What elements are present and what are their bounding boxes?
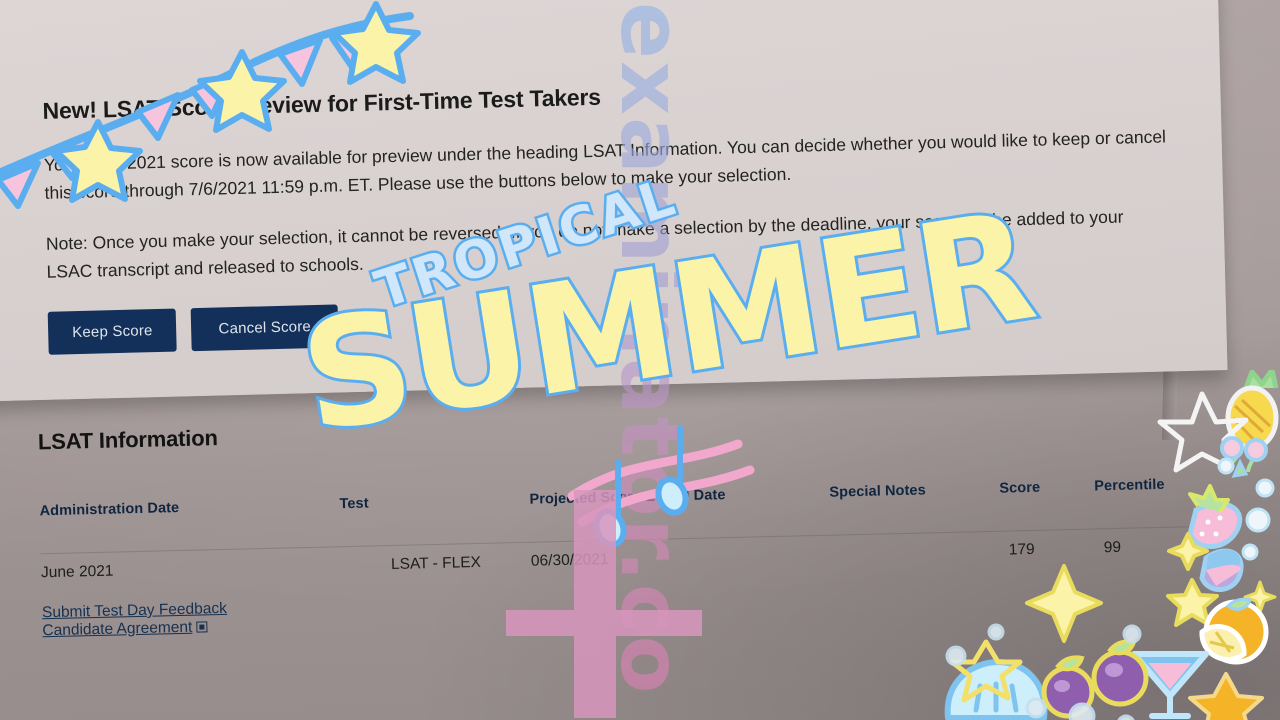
screenshot-stage: New! LSAT Score Preview for First-Time T… <box>0 0 1280 720</box>
cell-administration-date: June 2021 <box>40 546 342 583</box>
column-header-test: Test <box>339 495 369 513</box>
notice-paragraph-2: Note: Once you make your selection, it c… <box>45 206 1124 282</box>
cell-test: LSAT - FLEX <box>340 542 532 576</box>
cell-special-notes <box>830 531 1002 564</box>
lsat-information-table: Administration Date Test Projected Score… <box>39 476 1216 583</box>
external-link-icon <box>196 621 208 633</box>
cancel-score-button[interactable]: Cancel Score <box>191 304 339 352</box>
page-title: New! LSAT Score Preview for First-Time T… <box>42 83 602 124</box>
lsat-information-section: LSAT Information Administration Date Tes… <box>38 401 1258 641</box>
column-header-special-notes: Special Notes <box>829 482 926 501</box>
cell-percentile: 99 <box>1095 526 1216 558</box>
column-header-score: Score <box>999 479 1041 497</box>
column-header-administration-date: Administration Date <box>39 500 180 520</box>
notice-paragraph-1: Your June 2021 score is now available fo… <box>43 126 1167 204</box>
column-header-percentile: Percentile <box>1094 476 1165 495</box>
score-preview-notice-card: New! LSAT Score Preview for First-Time T… <box>0 0 1228 402</box>
keep-score-button[interactable]: Keep Score <box>47 308 178 356</box>
cell-projected-score-email-date: 06/30/2021 <box>530 535 832 571</box>
cell-score: 179 <box>1000 528 1096 560</box>
score-decision-button-row: Keep Score Cancel Score <box>47 283 1189 356</box>
column-header-projected-score-email-date: Projected Score E-mail Date <box>529 487 726 508</box>
candidate-agreement-link[interactable]: Candidate Agreement <box>42 619 192 641</box>
